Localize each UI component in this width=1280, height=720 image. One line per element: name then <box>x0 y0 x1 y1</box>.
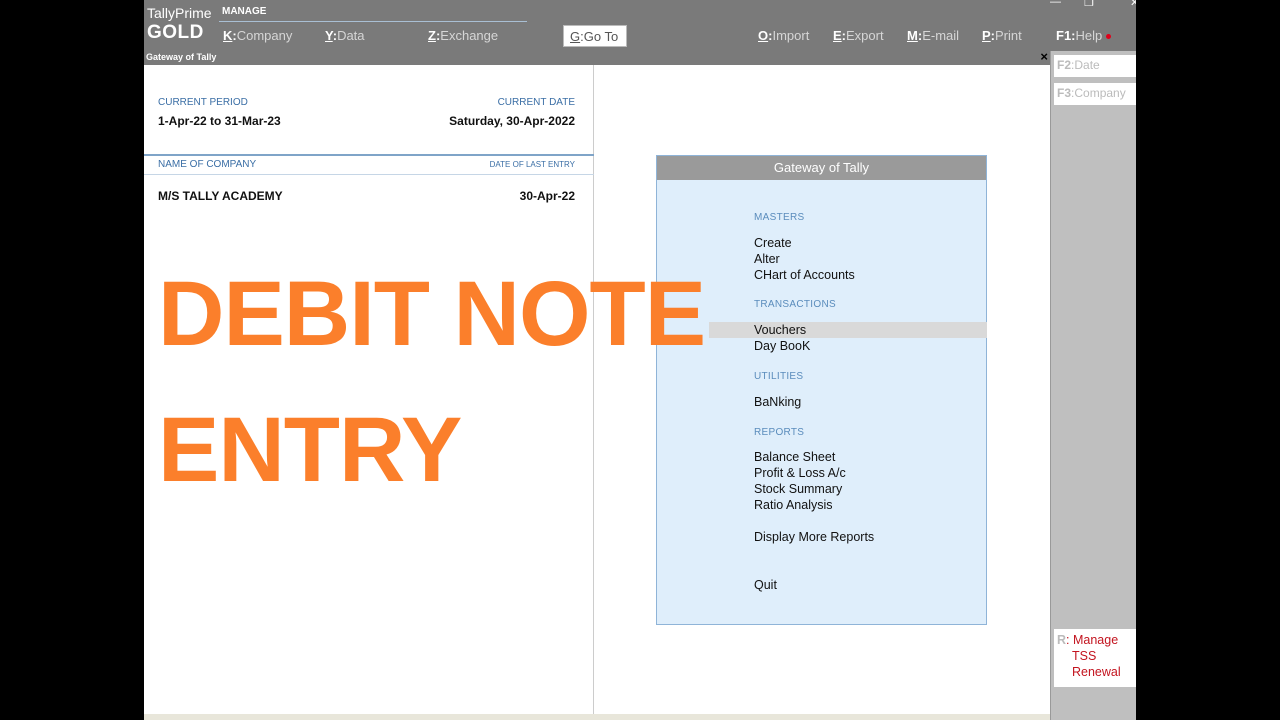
menu-exchange[interactable]: Z:Exchange <box>428 28 498 43</box>
date-button[interactable]: F2:Date <box>1054 55 1136 77</box>
menu-item-create[interactable]: Create <box>754 236 792 250</box>
menu-item-alter[interactable]: Alter <box>754 252 780 266</box>
window-title: Gateway of Tally <box>146 52 217 62</box>
menu-print[interactable]: P:Print <box>982 28 1022 43</box>
brand-name: TallyPrime <box>147 5 212 21</box>
menu-item-banking[interactable]: BaNking <box>754 395 801 409</box>
last-entry-label: DATE OF LAST ENTRY <box>489 160 575 169</box>
section-reports: REPORTS <box>754 427 805 438</box>
current-period-value[interactable]: 1-Apr-22 to 31-Mar-23 <box>158 114 281 128</box>
company-name[interactable]: M/S TALLY ACADEMY <box>158 189 283 203</box>
gateway-menu-title: Gateway of Tally <box>657 156 986 180</box>
company-last-entry: 30-Apr-22 <box>519 189 575 203</box>
maximize-icon[interactable]: ❐ <box>1084 0 1094 9</box>
current-date-value[interactable]: Saturday, 30-Apr-2022 <box>449 114 575 128</box>
section-utilities: UTILITIES <box>754 371 804 382</box>
menu-item-display-more-reports[interactable]: Display More Reports <box>754 530 874 544</box>
menu-goto[interactable]: G:Go To <box>563 25 627 47</box>
menu-export[interactable]: E:Export <box>833 28 884 43</box>
menu-help[interactable]: F1:Help <box>1056 28 1112 43</box>
window-titlebar: Gateway of Tally × <box>144 49 1050 65</box>
menu-item-vouchers[interactable]: Vouchers <box>754 323 806 337</box>
gateway-menu: Gateway of Tally MASTERS Create Alter CH… <box>656 155 987 625</box>
menu-item-balance-sheet[interactable]: Balance Sheet <box>754 450 835 464</box>
menu-item-ratio-analysis[interactable]: Ratio Analysis <box>754 498 833 512</box>
menu-import[interactable]: O:Import <box>758 28 809 43</box>
current-date-label: CURRENT DATE <box>497 97 575 108</box>
minimize-icon[interactable]: — <box>1050 0 1061 8</box>
menu-data[interactable]: Y:Data <box>325 28 365 43</box>
menu-email[interactable]: M:E-mail <box>907 28 959 43</box>
company-header-divider <box>144 154 594 156</box>
company-info-pane: CURRENT PERIOD 1-Apr-22 to 31-Mar-23 CUR… <box>144 65 594 715</box>
tally-app: TallyPrime GOLD MANAGE K:Company Y:Data … <box>144 0 1136 720</box>
company-name-label: NAME OF COMPANY <box>158 159 257 170</box>
brand-edition: GOLD <box>147 22 204 43</box>
menu-item-profit-loss[interactable]: Profit & Loss A/c <box>754 466 846 480</box>
company-button[interactable]: F3:Company <box>1054 83 1136 105</box>
menu-item-day-book[interactable]: Day BooK <box>754 339 810 353</box>
overlay-caption-line2: ENTRY <box>158 399 462 501</box>
overlay-caption-line1: DEBIT NOTE <box>158 263 706 365</box>
top-menu-bar: TallyPrime GOLD MANAGE K:Company Y:Data … <box>144 0 1136 51</box>
menu-item-quit[interactable]: Quit <box>754 578 777 592</box>
selected-row-highlight <box>709 322 987 338</box>
section-masters: MASTERS <box>754 212 805 223</box>
menu-item-chart-of-accounts[interactable]: CHart of Accounts <box>754 268 855 282</box>
company-list-divider <box>144 174 594 175</box>
manage-divider <box>219 21 527 22</box>
bottom-status-strip <box>144 714 1050 720</box>
window-close-icon[interactable]: ✕ <box>1130 0 1136 9</box>
right-button-panel: F2:Date F3:Company R: Manage TSS Renewal <box>1050 51 1136 720</box>
section-transactions: TRANSACTIONS <box>754 299 836 310</box>
manage-tss-renewal-button[interactable]: R: Manage TSS Renewal <box>1054 629 1136 687</box>
menu-company[interactable]: K:Company <box>223 28 292 43</box>
menu-item-stock-summary[interactable]: Stock Summary <box>754 482 842 496</box>
current-period-label: CURRENT PERIOD <box>158 97 248 108</box>
help-alert-dot-icon <box>1106 34 1112 40</box>
close-icon[interactable]: × <box>1040 49 1048 64</box>
manage-label: MANAGE <box>222 6 267 17</box>
